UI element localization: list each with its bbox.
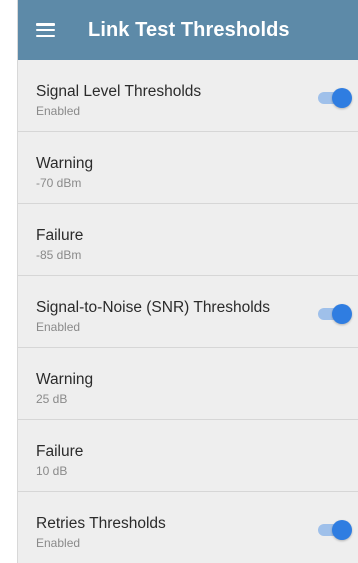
setting-title: Failure xyxy=(36,227,84,244)
setting-title: Warning xyxy=(36,371,94,388)
setting-status: Enabled xyxy=(36,536,81,550)
setting-title: Retries Thresholds xyxy=(36,515,166,532)
setting-signal-failure[interactable]: Failure -85 dBm xyxy=(18,204,358,276)
setting-status: Enabled xyxy=(36,104,81,118)
setting-signal-level-thresholds[interactable]: Signal Level Thresholds Enabled xyxy=(18,60,358,132)
setting-title: Signal-to-Noise (SNR) Thresholds xyxy=(36,299,271,316)
setting-value: -70 dBm xyxy=(36,176,82,190)
setting-snr-thresholds[interactable]: Signal-to-Noise (SNR) Thresholds Enabled xyxy=(18,276,358,348)
setting-value: 10 dB xyxy=(36,464,68,478)
snr-toggle[interactable] xyxy=(318,304,352,324)
setting-title: Signal Level Thresholds xyxy=(36,83,202,100)
hamburger-menu-icon[interactable] xyxy=(36,23,55,37)
page-title: Link Test Thresholds xyxy=(88,18,290,41)
setting-value: 25 dB xyxy=(36,392,68,406)
setting-status: Enabled xyxy=(36,320,81,334)
setting-value: -85 dBm xyxy=(36,248,82,262)
app-bar: Link Test Thresholds xyxy=(18,0,358,60)
setting-retries-thresholds[interactable]: Retries Thresholds Enabled xyxy=(18,492,358,563)
toggle-thumb xyxy=(332,520,352,540)
setting-snr-failure[interactable]: Failure 10 dB xyxy=(18,420,358,492)
setting-title: Warning xyxy=(36,155,94,172)
settings-list: Signal Level Thresholds Enabled Warning … xyxy=(18,60,358,563)
toggle-thumb xyxy=(332,88,352,108)
setting-snr-warning[interactable]: Warning 25 dB xyxy=(18,348,358,420)
setting-signal-warning[interactable]: Warning -70 dBm xyxy=(18,132,358,204)
settings-screen: Link Test Thresholds Signal Level Thresh… xyxy=(17,0,358,563)
signal-level-toggle[interactable] xyxy=(318,88,352,108)
retries-toggle[interactable] xyxy=(318,520,352,540)
toggle-thumb xyxy=(332,304,352,324)
setting-title: Failure xyxy=(36,443,84,460)
